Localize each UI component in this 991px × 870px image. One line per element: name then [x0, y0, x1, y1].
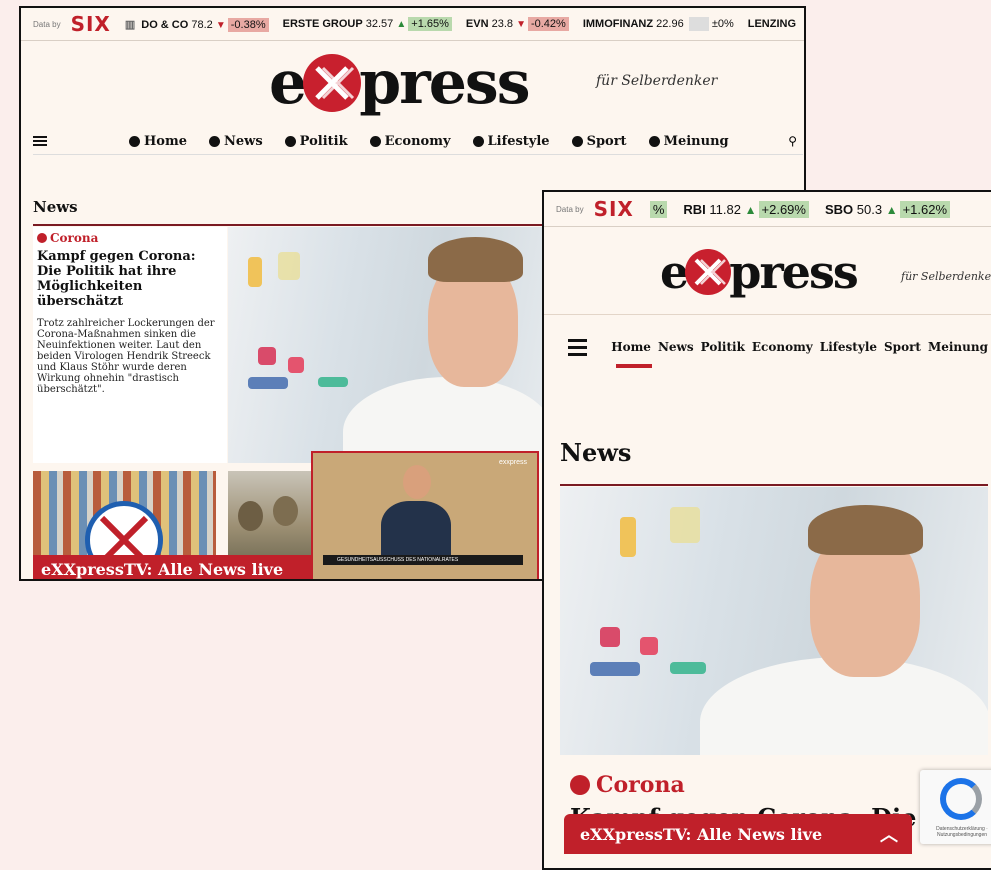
exxpress-dot-icon: [571, 135, 583, 147]
chevron-up-icon[interactable]: ︿: [880, 821, 898, 847]
up-arrow-icon: ▲: [885, 202, 898, 217]
article-hero-image[interactable]: [560, 487, 988, 755]
down-arrow-icon: ▼: [516, 19, 526, 30]
active-nav-indicator: [616, 364, 652, 368]
article-card[interactable]: Corona Kampf gegen Corona: Die Politik h…: [33, 227, 227, 463]
xx-logo-icon: [303, 54, 362, 112]
ticker-item[interactable]: LENZING: [748, 18, 796, 30]
tv-live-bar[interactable]: eXXpressTV: Alle News live: [33, 555, 311, 579]
article-teaser: Trotz zahlreicher Lockerungen der Corona…: [37, 318, 215, 395]
nav-politik[interactable]: Politik: [284, 134, 348, 149]
site-logo[interactable]: e press: [660, 242, 859, 302]
menu-icon[interactable]: [33, 134, 47, 148]
ticker-item[interactable]: SBO 50.3 ▲ +1.62%: [825, 200, 951, 218]
tagline: für Selberdenker: [901, 270, 991, 283]
exxpress-dot-icon: [284, 135, 296, 147]
main-nav: Home News Politik Economy Lifestyle Spor…: [568, 327, 988, 367]
nav-economy[interactable]: Economy: [369, 134, 451, 149]
up-arrow-icon: ▲: [744, 202, 757, 217]
up-arrow-icon: ▲: [396, 19, 407, 30]
mobile-screenshot: Data by SIX % RBI 11.82 ▲ +2.69% SBO 50.3…: [542, 190, 991, 870]
section-rule: [560, 484, 988, 486]
ticker-item[interactable]: %: [648, 200, 668, 218]
tv-live-bar[interactable]: eXXpressTV: Alle News live ︿: [564, 814, 912, 854]
nav-news[interactable]: News: [208, 134, 263, 149]
recaptcha-badge[interactable]: Datenschutzerklärung · Nutzungsbedingung…: [920, 770, 991, 844]
ticker-item[interactable]: ERSTE GROUP 32.57 ▲ +1.65%: [283, 17, 452, 31]
tv-logo: exxpress: [498, 459, 527, 466]
main-nav: Home News Politik Economy Lifestyle Spor…: [33, 128, 803, 155]
nav-home[interactable]: Home: [129, 134, 187, 149]
nav-economy[interactable]: Economy: [752, 340, 813, 354]
section-title: News: [33, 198, 78, 216]
down-arrow-icon: ▼: [215, 19, 226, 31]
stock-ticker: Data by SIX % RBI 11.82 ▲ +2.69% SBO 50.3…: [544, 192, 991, 227]
stock-ticker: Data by SIX ▥ DO & CO 78.2 ▼ -0.38% ERSTE …: [21, 8, 804, 41]
nav-lifestyle[interactable]: Lifestyle: [472, 134, 550, 149]
menu-icon[interactable]: [568, 335, 588, 360]
nav-news[interactable]: News: [658, 340, 694, 354]
ticker-item[interactable]: IMMOFINANZ 22.96 ±0%: [583, 17, 734, 31]
ticker-item[interactable]: ▥ DO & CO 78.2 ▼ -0.38%: [125, 17, 269, 32]
article-kicker: Corona: [37, 231, 223, 245]
section-rule: [33, 224, 553, 226]
tagline: für Selberdenker: [596, 73, 718, 89]
site-logo[interactable]: e press: [269, 48, 530, 118]
speaker-figure: [381, 465, 451, 561]
section-title: News: [560, 438, 632, 467]
exxpress-dot-icon: [570, 775, 590, 795]
six-logo: SIX: [593, 197, 634, 221]
article-hero-image[interactable]: [228, 227, 553, 463]
exxpress-dot-icon: [37, 233, 47, 243]
nav-lifestyle[interactable]: Lifestyle: [820, 340, 877, 354]
nav-home[interactable]: Home: [611, 340, 651, 354]
exxpress-dot-icon: [208, 135, 220, 147]
article-kicker: Corona: [570, 772, 685, 798]
tv-lower-third: GESUNDHEITSAUSSCHUSS DES NATIONALRATES: [323, 555, 523, 565]
exxpress-dot-icon: [369, 135, 381, 147]
nav-meinung[interactable]: Meinung: [648, 134, 729, 149]
nav-sport[interactable]: Sport: [571, 134, 627, 149]
xx-logo-icon: [685, 249, 732, 295]
ticker-item[interactable]: RBI 11.82 ▲ +2.69%: [683, 200, 809, 218]
exxpress-dot-icon: [648, 135, 660, 147]
nav-meinung[interactable]: Meinung: [928, 340, 988, 354]
nav-sport[interactable]: Sport: [884, 340, 921, 354]
exxpress-tv-player[interactable]: exxpress GESUNDHEITSAUSSCHUSS DES NATION…: [311, 451, 539, 579]
nav-politik[interactable]: Politik: [701, 340, 745, 354]
search-icon[interactable]: ⚲: [788, 134, 797, 148]
exxpress-dot-icon: [472, 135, 484, 147]
exxpress-dot-icon: [129, 135, 140, 147]
ticker-item[interactable]: EVN 23.8 ▼ -0.42%: [466, 17, 569, 31]
recaptcha-links[interactable]: Datenschutzerklärung · Nutzungsbedingung…: [924, 826, 991, 838]
data-by-label: Data by: [556, 204, 584, 214]
data-by-label: Data by: [33, 19, 61, 29]
article-headline[interactable]: Kampf gegen Corona: Die Politik hat ihre…: [37, 249, 223, 309]
six-logo: SIX: [70, 12, 111, 36]
recaptcha-icon: [940, 778, 982, 820]
header-rule: [544, 314, 991, 315]
